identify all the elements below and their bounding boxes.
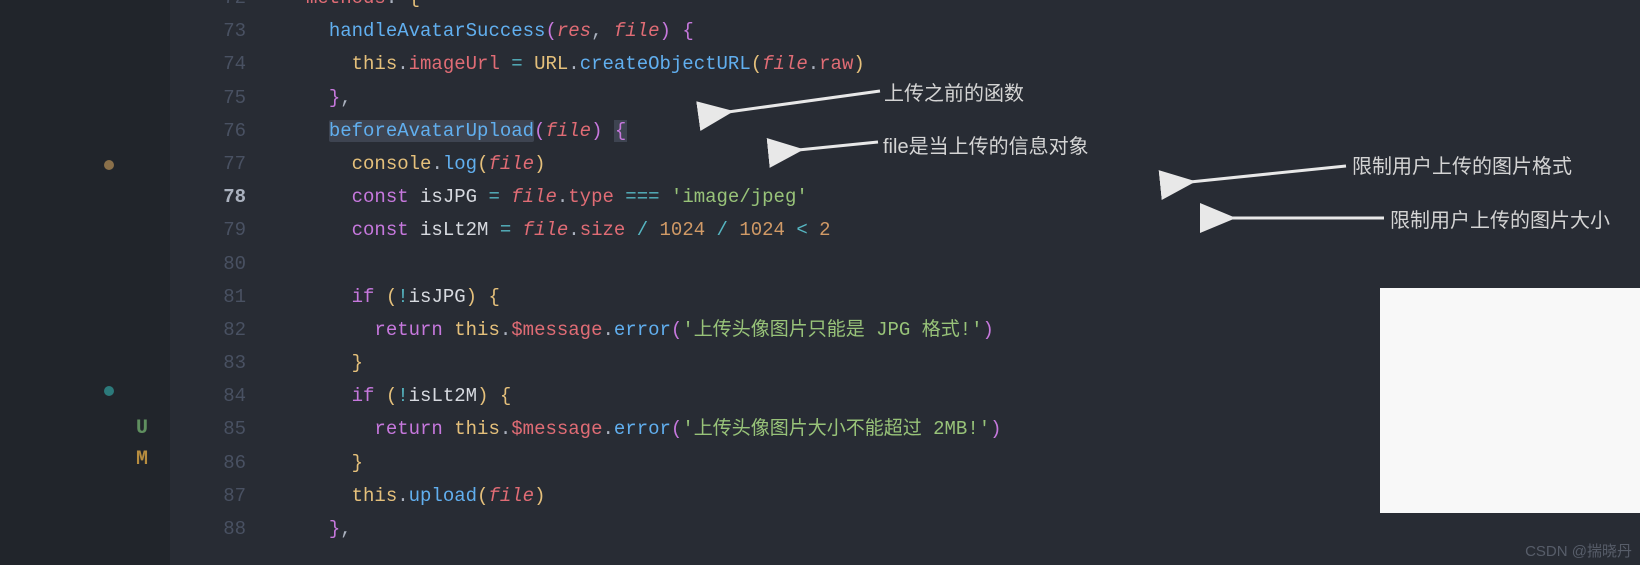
line-number: 80 — [170, 248, 246, 281]
line-number: 81 — [170, 281, 246, 314]
line-number-gutter: 7273747576777879808182838485868788 — [170, 0, 270, 565]
line-number: 87 — [170, 480, 246, 513]
code-line[interactable]: const isJPG = file.type === 'image/jpeg' — [270, 181, 1640, 214]
line-number: 77 — [170, 148, 246, 181]
line-number: 83 — [170, 347, 246, 380]
overlay-panel — [1380, 288, 1640, 513]
activity-sidebar: UM — [0, 0, 170, 565]
line-number: 73 — [170, 15, 246, 48]
line-number: 88 — [170, 513, 246, 546]
code-line[interactable]: }, — [270, 513, 1640, 546]
vcs-status-icon: U — [136, 417, 148, 440]
vcs-status-icon: M — [136, 448, 148, 471]
line-number: 86 — [170, 447, 246, 480]
line-number: 84 — [170, 380, 246, 413]
line-number: 85 — [170, 413, 246, 446]
line-number: 79 — [170, 214, 246, 247]
modification-dot-icon — [104, 160, 114, 170]
code-line[interactable]: }, — [270, 82, 1640, 115]
code-line[interactable]: handleAvatarSuccess(res, file) { — [270, 15, 1640, 48]
code-line[interactable]: console.log(file) — [270, 148, 1640, 181]
line-number: 82 — [170, 314, 246, 347]
code-line[interactable]: methods: { — [270, 0, 1640, 15]
code-line[interactable] — [270, 248, 1640, 281]
modification-dot-icon — [104, 386, 114, 396]
line-number: 74 — [170, 48, 246, 81]
code-line[interactable]: const isLt2M = file.size / 1024 / 1024 <… — [270, 214, 1640, 247]
line-number: 72 — [170, 0, 246, 15]
line-number: 78 — [170, 181, 246, 214]
code-line[interactable]: beforeAvatarUpload(file) { — [270, 115, 1640, 148]
line-number: 76 — [170, 115, 246, 148]
watermark: CSDN @揣晓丹 — [1525, 540, 1632, 561]
code-line[interactable]: this.imageUrl = URL.createObjectURL(file… — [270, 48, 1640, 81]
line-number: 75 — [170, 82, 246, 115]
